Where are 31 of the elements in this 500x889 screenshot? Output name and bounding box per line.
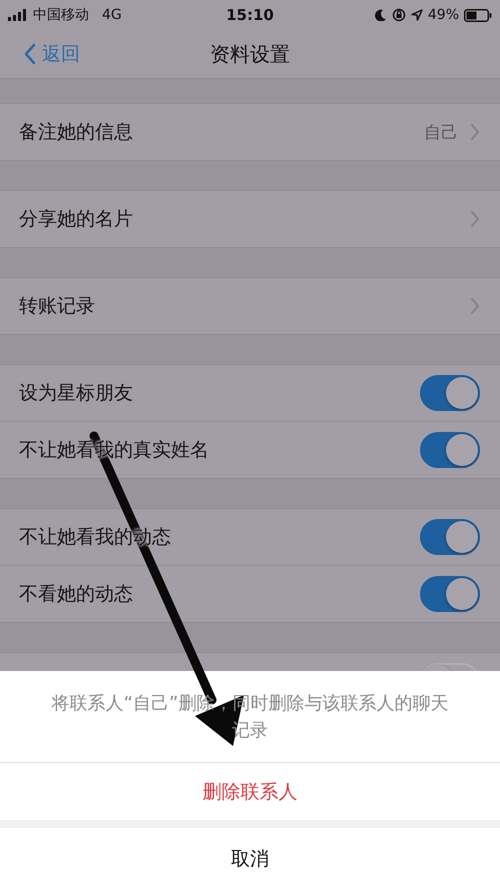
delete-contact-button[interactable]: 删除联系人 — [0, 763, 500, 820]
status-time: 15:10 — [226, 6, 274, 24]
toggle-switch[interactable] — [420, 576, 480, 612]
moon-icon — [374, 9, 387, 21]
toggle-switch[interactable] — [420, 519, 480, 555]
row-label: 不看她的动态 — [19, 582, 133, 607]
settings-row[interactable]: 分享她的名片 — [0, 191, 500, 247]
settings-row[interactable]: 设为星标朋友 — [0, 365, 500, 422]
toggle-switch[interactable] — [420, 432, 480, 468]
settings-row[interactable]: 不看她的动态 — [0, 566, 500, 622]
row-value: 自己 — [424, 122, 458, 144]
toggle-switch[interactable] — [420, 375, 480, 411]
chevron-right-icon — [470, 297, 480, 315]
cancel-button[interactable]: 取消 — [0, 828, 500, 889]
row-label: 转账记录 — [19, 294, 95, 319]
network-type: 4G — [102, 7, 122, 23]
carrier-name: 中国移动 — [33, 6, 89, 24]
row-label: 分享她的名片 — [19, 207, 133, 232]
settings-row[interactable]: 备注她的信息 自己 — [0, 104, 500, 160]
signal-icon — [8, 9, 28, 21]
rotation-lock-icon — [392, 8, 406, 22]
row-label: 备注她的信息 — [19, 120, 133, 145]
chevron-right-icon — [470, 123, 480, 141]
location-icon — [410, 9, 423, 21]
chevron-right-icon — [470, 210, 480, 228]
row-label: 设为星标朋友 — [19, 381, 133, 406]
settings-row[interactable]: 转账记录 — [0, 278, 500, 334]
battery-icon — [464, 8, 492, 22]
battery-percent: 49% — [428, 7, 459, 23]
screen-title: 资料设置 — [210, 40, 290, 68]
back-chevron-icon — [24, 43, 36, 65]
